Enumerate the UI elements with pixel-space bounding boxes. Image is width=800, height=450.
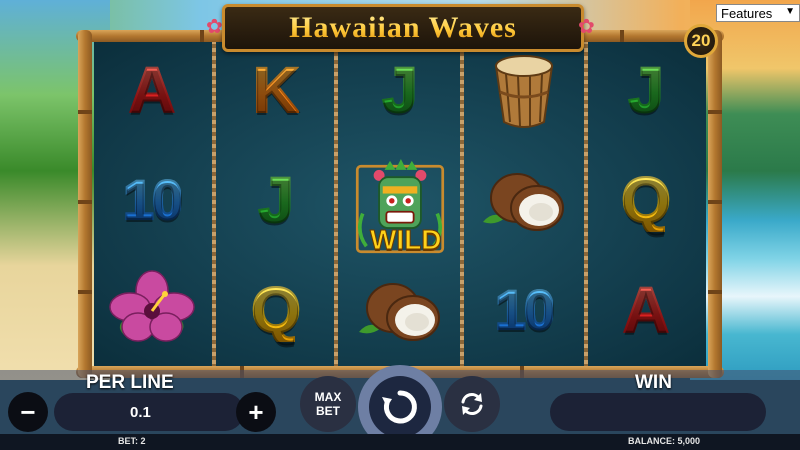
symbol-q: Q <box>596 150 696 250</box>
symbol-letter: A <box>622 274 670 346</box>
reel-divider <box>460 40 464 370</box>
symbol-coconut <box>350 260 450 360</box>
hibiscus-deco-icon: ✿ <box>206 16 223 38</box>
spin-button-inner <box>369 376 431 438</box>
symbol-j: J <box>350 40 450 140</box>
symbol-drum <box>474 40 574 140</box>
coconut-icon <box>359 283 440 341</box>
max-bet-label-line1: MAX <box>314 390 342 404</box>
per-line-value: 0.1 <box>130 404 151 421</box>
features-dropdown[interactable]: Features ▼ <box>716 4 800 22</box>
chevron-down-icon: ▼ <box>785 6 795 17</box>
symbol-wild: WILD <box>350 154 450 264</box>
symbol-10: 10 <box>474 260 574 360</box>
game-title-banner: Hawaiian Waves <box>222 4 584 52</box>
win-label: WIN <box>635 372 672 393</box>
symbol-a: A <box>596 260 696 360</box>
symbol-letter: J <box>627 54 665 126</box>
symbol-letter: Q <box>620 164 672 236</box>
max-bet-label-line2: BET <box>316 404 340 418</box>
max-bet-button[interactable]: MAX BET <box>300 376 356 432</box>
symbol-coconut <box>474 150 574 250</box>
hibiscus-flower-icon <box>109 270 195 342</box>
symbol-letter: 10 <box>122 168 184 231</box>
spin-arrow-icon <box>382 390 417 424</box>
wild-label: WILD <box>370 224 443 256</box>
symbol-letter: J <box>381 54 419 126</box>
win-field <box>550 393 766 431</box>
symbol-letter: J <box>257 164 295 236</box>
symbol-q: Q <box>226 260 326 360</box>
autoplay-icon <box>461 393 483 415</box>
symbol-letter: 10 <box>494 278 556 341</box>
plus-icon: + <box>248 396 264 427</box>
features-dropdown-value: Features <box>721 5 773 21</box>
paylines-count: 20 <box>691 31 711 50</box>
reel-divider <box>334 40 338 370</box>
minus-icon: − <box>20 396 36 427</box>
reel-divider <box>584 40 588 370</box>
symbol-j: J <box>596 40 696 140</box>
symbol-k: K <box>226 40 326 140</box>
increase-bet-button[interactable]: + <box>236 392 276 432</box>
reel-divider <box>212 40 216 370</box>
hibiscus-deco-icon: ✿ <box>578 16 595 38</box>
coconut-icon <box>483 173 564 231</box>
game-title: Hawaiian Waves <box>289 11 517 44</box>
decrease-bet-button[interactable]: − <box>8 392 48 432</box>
symbol-letter: K <box>252 54 300 126</box>
symbol-a: A <box>102 40 202 140</box>
symbol-j: J <box>226 150 326 250</box>
autoplay-button[interactable] <box>444 376 500 432</box>
symbol-letter: Q <box>250 274 302 346</box>
symbol-hibiscus-flower <box>102 260 202 360</box>
per-line-label: PER LINE <box>86 372 174 393</box>
symbol-10: 10 <box>102 150 202 250</box>
bet-total: BET: 2 <box>118 436 146 446</box>
drum-icon <box>494 55 554 128</box>
balance: BALANCE: 5,000 <box>628 436 701 446</box>
symbol-letter: A <box>128 54 176 126</box>
paylines-badge: 20 <box>684 24 718 58</box>
